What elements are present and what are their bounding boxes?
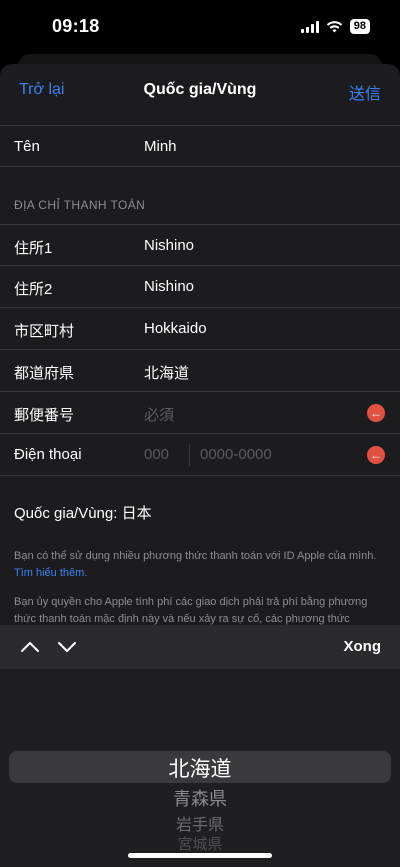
wifi-icon <box>326 20 342 32</box>
name-label: Tên <box>14 138 40 155</box>
address2-field[interactable]: Nishino <box>144 278 194 295</box>
status-time: 09:18 <box>52 16 100 36</box>
prefecture-label: 都道府県 <box>14 365 75 382</box>
country-region-label[interactable]: Quốc gia/Vùng: 日本 <box>14 502 152 523</box>
city-field[interactable]: Hokkaido <box>144 320 207 337</box>
learn-more-link[interactable]: Tìm hiểu thêm. <box>14 567 87 579</box>
address1-field[interactable]: Nishino <box>144 237 194 254</box>
alert-icon[interactable]: ← <box>367 404 385 422</box>
billing-section-header: ĐỊA CHỈ THANH TOÁN <box>14 198 146 212</box>
picker-item[interactable]: 宮城県 <box>0 833 400 854</box>
phone-number-field[interactable]: 0000-0000 <box>200 446 272 463</box>
page-title: Quốc gia/Vùng <box>143 81 257 98</box>
prefecture-field[interactable]: 北海道 <box>144 362 189 383</box>
alert-icon[interactable]: ← <box>367 446 385 464</box>
payment-info-text: Bạn có thể sử dụng nhiều phương thức tha… <box>14 548 390 582</box>
address2-label: 住所2 <box>14 281 53 298</box>
authorization-text: Bạn ủy quyền cho Apple tính phí các giao… <box>14 596 368 625</box>
chevron-up-icon[interactable] <box>19 637 41 657</box>
picker-item[interactable]: 青森県 <box>0 785 400 811</box>
payment-info-body: Bạn có thể sử dụng nhiều phương thức tha… <box>14 550 377 562</box>
picker-selected-item[interactable]: 北海道 <box>0 753 400 783</box>
picker-panel: Xong 北海道 青森県 岩手県 宮城県 <box>0 625 400 867</box>
chevron-down-icon[interactable] <box>56 637 78 657</box>
prefecture-row[interactable]: 都道府県 北海道 <box>0 350 400 392</box>
name-row[interactable]: Tên Minh <box>0 125 400 167</box>
phone-area-code-field[interactable]: 000 <box>144 446 169 463</box>
nav-bar: Trở lại Quốc gia/Vùng 送信 <box>0 64 400 118</box>
postal-code-label: 郵便番号 <box>14 407 75 424</box>
picker-item[interactable]: 岩手県 <box>0 811 400 835</box>
address1-row[interactable]: 住所1 Nishino <box>0 224 400 266</box>
signal-icon <box>300 20 319 33</box>
picker-toolbar: Xong <box>0 625 400 669</box>
status-bar: 09:18 98 <box>0 0 400 54</box>
send-button[interactable]: 送信 <box>349 80 381 104</box>
phone-row[interactable]: Điện thoại 000 0000-0000 ← <box>0 434 400 476</box>
phone-label: Điện thoại <box>14 446 82 463</box>
home-indicator[interactable] <box>128 853 272 858</box>
phone-divider <box>189 444 190 466</box>
address2-row[interactable]: 住所2 Nishino <box>0 266 400 308</box>
prefecture-picker-wheel[interactable]: 北海道 青森県 岩手県 宮城県 <box>0 669 400 867</box>
battery-icon: 98 <box>349 19 370 34</box>
name-field[interactable]: Minh <box>144 138 177 155</box>
postal-code-row[interactable]: 郵便番号 必須 ← <box>0 392 400 434</box>
status-icons: 98 <box>300 19 370 34</box>
done-button[interactable]: Xong <box>344 638 382 655</box>
address1-label: 住所1 <box>14 240 53 257</box>
postal-code-field[interactable]: 必須 <box>144 404 174 425</box>
city-label: 市区町村 <box>14 323 75 340</box>
city-row[interactable]: 市区町村 Hokkaido <box>0 308 400 350</box>
